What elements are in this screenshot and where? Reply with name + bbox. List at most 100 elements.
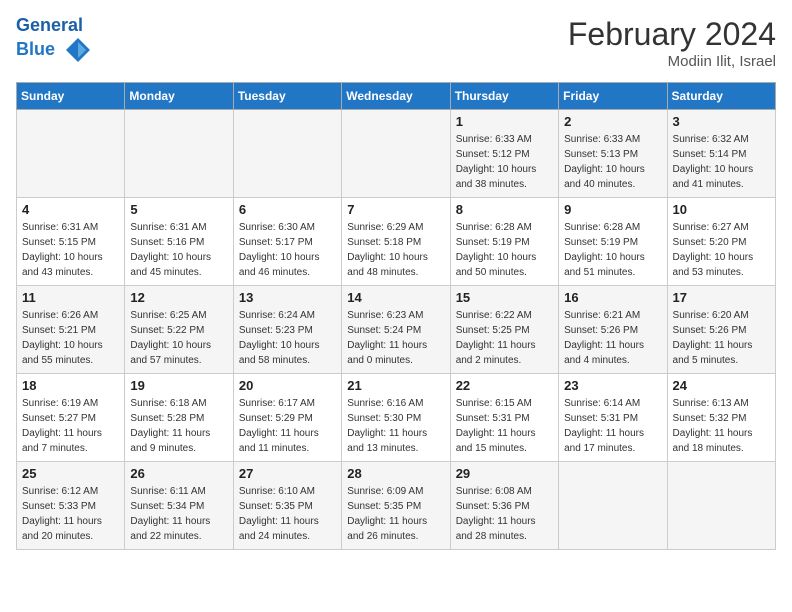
day-number: 5 [130,202,227,217]
calendar-cell: 19 Sunrise: 6:18 AMSunset: 5:28 PMDayligh… [125,374,233,462]
header-saturday: Saturday [667,83,775,110]
calendar-cell [667,462,775,550]
sun-info: Sunrise: 6:33 AMSunset: 5:13 PMDaylight:… [564,132,661,192]
calendar-cell: 12 Sunrise: 6:25 AMSunset: 5:22 PMDayligh… [125,286,233,374]
sun-info: Sunrise: 6:31 AMSunset: 5:15 PMDaylight:… [22,220,119,280]
sun-info: Sunrise: 6:14 AMSunset: 5:31 PMDaylight:… [564,396,661,456]
day-number: 16 [564,290,661,305]
day-number: 19 [130,378,227,393]
day-number: 1 [456,114,553,129]
sun-info: Sunrise: 6:08 AMSunset: 5:36 PMDaylight:… [456,484,553,544]
day-number: 18 [22,378,119,393]
calendar-cell: 20 Sunrise: 6:17 AMSunset: 5:29 PMDayligh… [233,374,341,462]
sun-info: Sunrise: 6:32 AMSunset: 5:14 PMDaylight:… [673,132,770,192]
day-number: 3 [673,114,770,129]
sun-info: Sunrise: 6:29 AMSunset: 5:18 PMDaylight:… [347,220,444,280]
calendar-cell: 13Sunrise: 6:24 AMSunset: 5:23 PMDayligh… [233,286,341,374]
day-number: 12 [130,290,227,305]
sun-info: Sunrise: 6:31 AMSunset: 5:16 PMDaylight:… [130,220,227,280]
day-number: 17 [673,290,770,305]
day-number: 27 [239,466,336,481]
sun-info: Sunrise: 6:12 AMSunset: 5:33 PMDaylight:… [22,484,119,544]
calendar-week-row: 4 Sunrise: 6:31 AMSunset: 5:15 PMDaylight… [17,198,776,286]
calendar-cell: 16 Sunrise: 6:21 AMSunset: 5:26 PMDayligh… [559,286,667,374]
day-number: 24 [673,378,770,393]
calendar-cell [233,110,341,198]
calendar-cell: 2 Sunrise: 6:33 AMSunset: 5:13 PMDaylight… [559,110,667,198]
day-number: 15 [456,290,553,305]
calendar-cell: 24 Sunrise: 6:13 AMSunset: 5:32 PMDayligh… [667,374,775,462]
day-number: 11 [22,290,119,305]
sun-info: Sunrise: 6:11 AMSunset: 5:34 PMDaylight:… [130,484,227,544]
sun-info: Sunrise: 6:18 AMSunset: 5:28 PMDaylight:… [130,396,227,456]
calendar-week-row: 1Sunrise: 6:33 AMSunset: 5:12 PMDaylight… [17,110,776,198]
header-wednesday: Wednesday [342,83,450,110]
calendar-cell: 26 Sunrise: 6:11 AMSunset: 5:34 PMDayligh… [125,462,233,550]
calendar-cell: 3 Sunrise: 6:32 AMSunset: 5:14 PMDaylight… [667,110,775,198]
sun-info: Sunrise: 6:30 AMSunset: 5:17 PMDaylight:… [239,220,336,280]
calendar-cell: 22 Sunrise: 6:15 AMSunset: 5:31 PMDayligh… [450,374,558,462]
day-number: 6 [239,202,336,217]
logo-blue: Blue [16,39,55,59]
calendar-cell: 8 Sunrise: 6:28 AMSunset: 5:19 PMDaylight… [450,198,558,286]
calendar-cell: 21Sunrise: 6:16 AMSunset: 5:30 PMDayligh… [342,374,450,462]
sun-info: Sunrise: 6:19 AMSunset: 5:27 PMDaylight:… [22,396,119,456]
logo-general: General [16,15,83,35]
logo: General Blue [16,16,92,64]
calendar-cell: 28Sunrise: 6:09 AMSunset: 5:35 PMDayligh… [342,462,450,550]
sun-info: Sunrise: 6:13 AMSunset: 5:32 PMDaylight:… [673,396,770,456]
calendar-cell: 27 Sunrise: 6:10 AMSunset: 5:35 PMDayligh… [233,462,341,550]
calendar-cell: 7 Sunrise: 6:29 AMSunset: 5:18 PMDaylight… [342,198,450,286]
header-tuesday: Tuesday [233,83,341,110]
page-header: General Blue February 2024 Modiin Ilit, … [16,16,776,70]
calendar-table: Sunday Monday Tuesday Wednesday Thursday… [16,82,776,550]
calendar-week-row: 18 Sunrise: 6:19 AMSunset: 5:27 PMDayligh… [17,374,776,462]
calendar-cell: 15Sunrise: 6:22 AMSunset: 5:25 PMDayligh… [450,286,558,374]
sun-info: Sunrise: 6:28 AMSunset: 5:19 PMDaylight:… [456,220,553,280]
sun-info: Sunrise: 6:27 AMSunset: 5:20 PMDaylight:… [673,220,770,280]
calendar-cell: 10 Sunrise: 6:27 AMSunset: 5:20 PMDayligh… [667,198,775,286]
month-title: February 2024 [568,16,776,53]
day-number: 2 [564,114,661,129]
day-number: 21 [347,378,444,393]
day-number: 8 [456,202,553,217]
calendar-cell: 25 Sunrise: 6:12 AMSunset: 5:33 PMDayligh… [17,462,125,550]
sun-info: Sunrise: 6:25 AMSunset: 5:22 PMDaylight:… [130,308,227,368]
header-friday: Friday [559,83,667,110]
day-number: 10 [673,202,770,217]
sun-info: Sunrise: 6:21 AMSunset: 5:26 PMDaylight:… [564,308,661,368]
day-number: 25 [22,466,119,481]
day-number: 4 [22,202,119,217]
sun-info: Sunrise: 6:15 AMSunset: 5:31 PMDaylight:… [456,396,553,456]
day-number: 26 [130,466,227,481]
calendar-cell [17,110,125,198]
sun-info: Sunrise: 6:28 AMSunset: 5:19 PMDaylight:… [564,220,661,280]
calendar-cell: 23 Sunrise: 6:14 AMSunset: 5:31 PMDayligh… [559,374,667,462]
header-sunday: Sunday [17,83,125,110]
calendar-cell: 4 Sunrise: 6:31 AMSunset: 5:15 PMDaylight… [17,198,125,286]
calendar-cell [559,462,667,550]
location: Modiin Ilit, Israel [568,53,776,70]
calendar-cell: 6 Sunrise: 6:30 AMSunset: 5:17 PMDaylight… [233,198,341,286]
sun-info: Sunrise: 6:23 AMSunset: 5:24 PMDaylight:… [347,308,444,368]
calendar-cell: 17Sunrise: 6:20 AMSunset: 5:26 PMDayligh… [667,286,775,374]
header-thursday: Thursday [450,83,558,110]
calendar-cell: 9 Sunrise: 6:28 AMSunset: 5:19 PMDaylight… [559,198,667,286]
weekday-header-row: Sunday Monday Tuesday Wednesday Thursday… [17,83,776,110]
calendar-cell: 29Sunrise: 6:08 AMSunset: 5:36 PMDayligh… [450,462,558,550]
calendar-cell: 5 Sunrise: 6:31 AMSunset: 5:16 PMDaylight… [125,198,233,286]
day-number: 22 [456,378,553,393]
day-number: 7 [347,202,444,217]
sun-info: Sunrise: 6:17 AMSunset: 5:29 PMDaylight:… [239,396,336,456]
header-monday: Monday [125,83,233,110]
day-number: 28 [347,466,444,481]
calendar-cell [125,110,233,198]
title-block: February 2024 Modiin Ilit, Israel [568,16,776,70]
calendar-cell [342,110,450,198]
sun-info: Sunrise: 6:10 AMSunset: 5:35 PMDaylight:… [239,484,336,544]
calendar-cell: 1Sunrise: 6:33 AMSunset: 5:12 PMDaylight… [450,110,558,198]
logo-icon [64,36,92,64]
day-number: 23 [564,378,661,393]
day-number: 9 [564,202,661,217]
day-number: 20 [239,378,336,393]
